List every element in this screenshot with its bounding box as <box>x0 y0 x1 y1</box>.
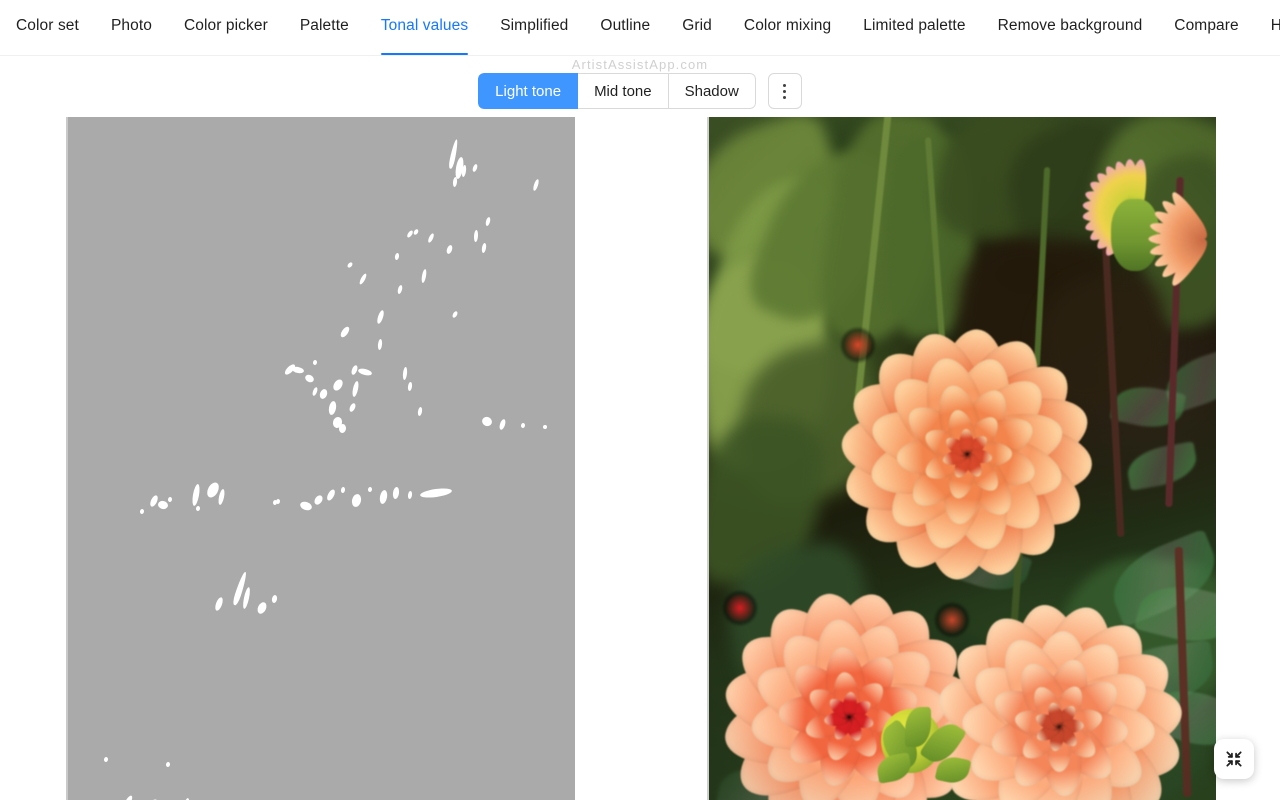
tab-remove-background[interactable]: Remove background <box>982 0 1159 55</box>
photo-content <box>709 117 1216 800</box>
tonal-highlight-blob <box>213 596 225 612</box>
tonal-highlight-blob <box>520 422 526 429</box>
tonal-value-canvas[interactable] <box>66 117 575 800</box>
tonal-highlight-blob <box>338 423 347 434</box>
tab-tonal-values[interactable]: Tonal values <box>365 0 484 55</box>
tonal-highlight-blob <box>461 164 467 178</box>
tonal-highlight-blob <box>481 242 487 254</box>
tone-toolbar: Light tone Mid tone Shadow <box>0 73 1280 109</box>
tonal-highlight-blob <box>378 489 389 505</box>
tonal-highlight-blob <box>427 232 435 244</box>
exit-fullscreen-button[interactable] <box>1214 739 1254 779</box>
tonal-highlight-blob <box>357 367 373 377</box>
tonal-highlight-blob <box>255 600 269 616</box>
tonal-highlight-blob <box>312 359 318 366</box>
tonal-highlight-blob <box>139 508 145 515</box>
tonal-highlight-blob <box>123 794 134 800</box>
more-options-button[interactable] <box>767 73 802 109</box>
tonal-highlight-blob <box>419 486 453 500</box>
vertical-dots-icon <box>783 83 787 99</box>
tab-color-mixing[interactable]: Color mixing <box>728 0 847 55</box>
tonal-highlight-blob <box>298 500 314 512</box>
tonal-highlight-blob <box>351 380 360 398</box>
tonal-highlight-blob <box>312 493 325 507</box>
tonal-highlight-blob <box>471 163 479 173</box>
tonal-highlight-blob <box>445 244 454 255</box>
tonal-highlight-blob <box>473 229 479 243</box>
app-watermark: ArtistAssistApp.com <box>571 57 709 72</box>
tonal-highlight-blob <box>532 178 540 192</box>
tonal-highlight-blob <box>191 483 201 507</box>
tonal-highlight-blob <box>367 486 373 493</box>
tonal-highlight-blob <box>402 366 408 381</box>
tab-help[interactable]: Help <box>1255 0 1280 55</box>
tab-simplified[interactable]: Simplified <box>484 0 584 55</box>
tonal-highlight-blob <box>303 373 316 384</box>
tonal-highlight-blob <box>271 594 278 604</box>
tonal-highlight-blob <box>348 402 357 413</box>
tonal-highlight-blob <box>157 499 169 511</box>
tonal-highlight-blob <box>339 325 351 339</box>
tab-limited-palette[interactable]: Limited palette <box>847 0 981 55</box>
tonal-highlight-blob <box>311 386 319 397</box>
main-tab-bar[interactable]: Color set Photo Color picker Palette Tonal v… <box>0 0 1280 56</box>
tonal-highlight-blob <box>412 228 420 236</box>
tonal-highlight-blob <box>407 490 413 500</box>
tonal-highlight-blob <box>103 756 109 763</box>
tonal-highlight-blob <box>394 252 400 261</box>
photo-vignette <box>709 117 1216 800</box>
tab-photo[interactable]: Photo <box>95 0 168 55</box>
tonal-highlight-blob <box>396 284 404 295</box>
tonal-highlight-blob <box>484 216 492 227</box>
tonal-highlight-blob <box>325 488 337 502</box>
segment-light-tone[interactable]: Light tone <box>478 73 579 109</box>
tonal-highlight-blob <box>241 586 252 610</box>
tab-palette[interactable]: Palette <box>284 0 365 55</box>
tonal-highlight-blob <box>275 498 281 505</box>
tab-compare[interactable]: Compare <box>1158 0 1254 55</box>
tonal-highlight-blob <box>377 338 383 351</box>
tab-color-set[interactable]: Color set <box>0 0 95 55</box>
tonal-highlight-blob <box>331 377 345 393</box>
tonal-highlight-blob <box>420 268 428 284</box>
tonal-highlight-blob <box>217 488 226 506</box>
tab-outline[interactable]: Outline <box>584 0 666 55</box>
tonal-highlight-blob <box>350 493 363 508</box>
tonal-highlight-blob <box>346 261 354 269</box>
tonal-highlight-blob <box>318 388 329 400</box>
tonal-highlight-blob <box>291 365 305 375</box>
tonal-highlight-blob <box>167 496 173 503</box>
tonal-highlight-blob <box>452 176 458 188</box>
tonal-highlight-blob <box>451 310 459 319</box>
reference-photo-canvas[interactable] <box>707 117 1216 800</box>
tonal-highlight-blob <box>417 406 423 417</box>
tonal-highlight-blob <box>542 424 548 430</box>
tone-segmented-control[interactable]: Light tone Mid tone Shadow <box>478 73 756 109</box>
tonal-highlight-blob <box>340 486 346 494</box>
tonal-highlight-blob <box>480 415 494 428</box>
tonal-highlight-blob <box>392 486 400 500</box>
content-panes <box>0 117 1280 800</box>
tab-grid[interactable]: Grid <box>666 0 728 55</box>
segment-shadow[interactable]: Shadow <box>668 73 756 109</box>
tonal-highlight-blob <box>407 381 413 392</box>
segment-mid-tone[interactable]: Mid tone <box>578 73 669 109</box>
tonal-highlight-blob <box>165 761 171 768</box>
compress-icon <box>1226 751 1242 767</box>
tonal-highlight-blob <box>358 272 368 286</box>
tonal-highlight-blob <box>498 418 507 431</box>
tonal-highlight-blob <box>195 505 201 512</box>
tonal-highlight-blob <box>375 309 386 325</box>
tonal-highlight-blob <box>327 400 338 416</box>
tab-color-picker[interactable]: Color picker <box>168 0 284 55</box>
